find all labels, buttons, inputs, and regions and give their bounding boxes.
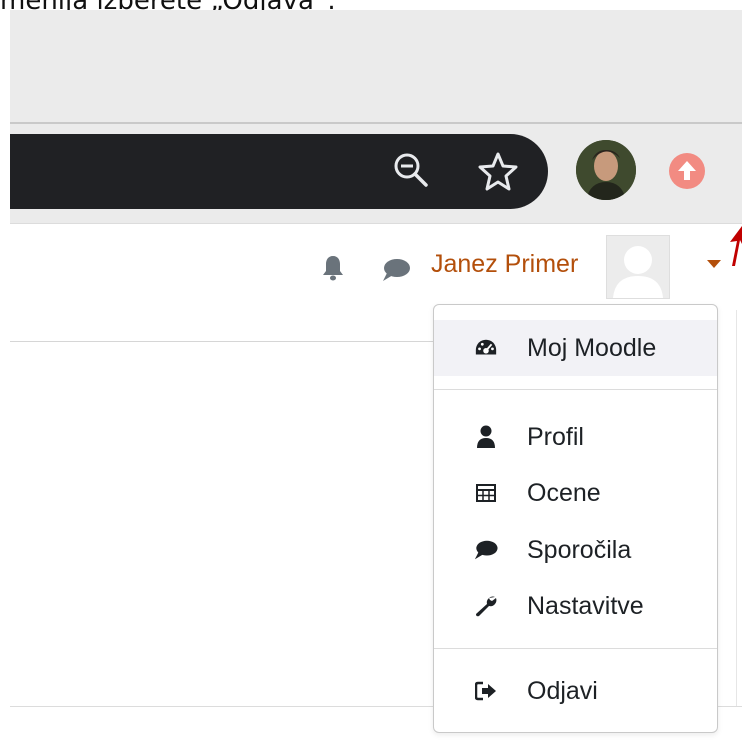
sign-out-icon (474, 679, 498, 703)
menu-item-label: Nastavitve (527, 591, 644, 620)
menu-item-moj-moodle[interactable]: Moj Moodle (434, 320, 717, 376)
table-icon (474, 481, 498, 505)
menu-item-label: Ocene (527, 478, 601, 507)
menu-item-label: Sporočila (527, 535, 632, 564)
menu-item-nastavitve[interactable]: Nastavitve (434, 578, 717, 634)
address-bar[interactable] (10, 134, 548, 209)
menu-divider (434, 389, 717, 390)
menu-item-label: Profil (527, 422, 584, 451)
menu-item-label: Odjavi (527, 676, 598, 705)
user-icon (474, 425, 498, 449)
menu-item-profil[interactable]: Profil (434, 409, 717, 465)
zoom-out-icon[interactable] (391, 150, 431, 190)
user-avatar[interactable] (606, 235, 670, 299)
update-arrow-icon[interactable] (669, 153, 705, 189)
content-right-border (736, 310, 737, 706)
content-divider (10, 341, 434, 342)
toolbar-divider (10, 122, 742, 124)
user-name-link[interactable]: Janez Primer (431, 250, 578, 279)
browser-profile-avatar[interactable] (576, 140, 636, 200)
annotation-arrow-icon (730, 226, 742, 266)
caret-down-icon[interactable] (707, 260, 721, 268)
wrench-icon (474, 594, 498, 618)
chat-bubble-icon (474, 538, 498, 562)
page-top-border (10, 223, 742, 224)
menu-item-sporocila[interactable]: Sporočila (434, 522, 717, 578)
menu-item-ocene[interactable]: Ocene (434, 465, 717, 521)
menu-item-odjavi[interactable]: Odjavi (434, 663, 717, 719)
bell-icon[interactable] (321, 254, 345, 282)
user-dropdown-menu: Moj Moodle Profil Ocene Sporočila Nastav… (433, 304, 718, 733)
menu-item-label: Moj Moodle (527, 333, 657, 362)
menu-divider (434, 648, 717, 649)
dashboard-icon (474, 336, 498, 360)
star-icon[interactable] (476, 150, 520, 194)
chat-bubble-icon[interactable] (381, 257, 411, 283)
